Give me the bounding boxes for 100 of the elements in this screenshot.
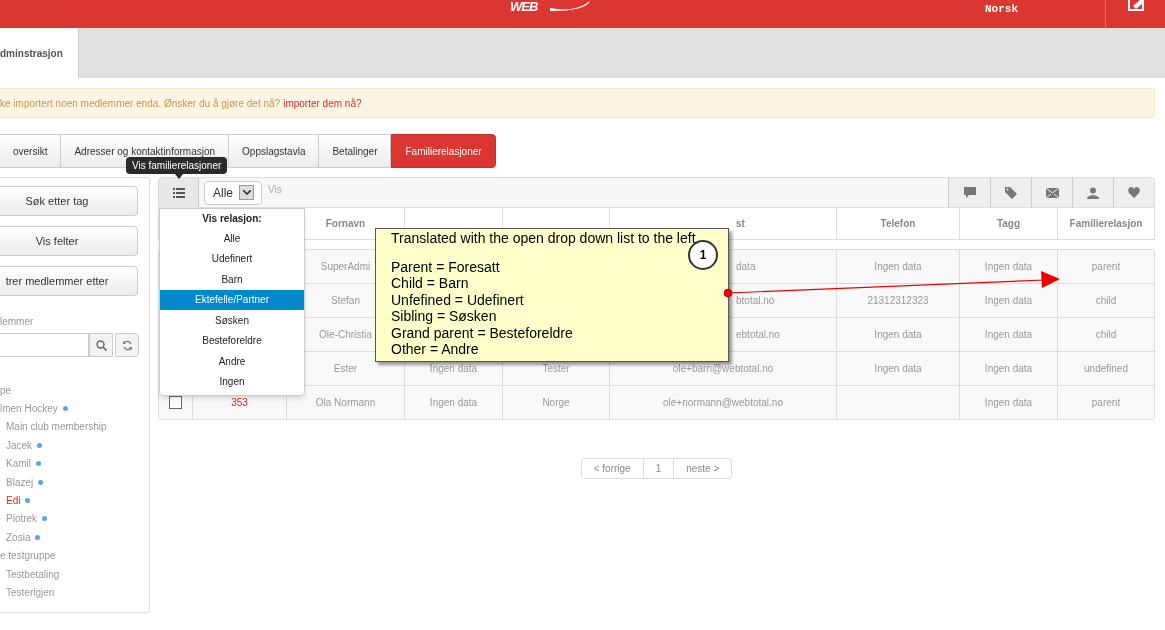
tree-item[interactable]: e testgruppe [0, 548, 56, 564]
language-selector[interactable]: Norsk [985, 1, 1018, 18]
tag-icon [1005, 186, 1017, 199]
member-id-link[interactable]: 353 [231, 395, 248, 410]
tab[interactable]: oversikt [0, 134, 62, 168]
alert-text: ke importert noen medlemmer enda. Ønsker du å gjøre det nå? [0, 96, 281, 111]
table-cell-text: Norge [542, 396, 570, 410]
table-cell-text: Ester [333, 362, 358, 376]
table-cell-text: undefined [1084, 362, 1128, 376]
table-cell-text: 21312312323 [867, 294, 929, 308]
dropdown-item[interactable]: Andre [160, 351, 304, 372]
table-cell-text: Stefan [331, 294, 360, 308]
search-button[interactable] [89, 333, 113, 357]
table-cell-text: Ingen data [429, 362, 478, 376]
import-link[interactable]: importer dem nå? [283, 95, 362, 111]
sidebar-button[interactable]: Vis felter [0, 226, 138, 256]
comment-icon [963, 187, 976, 198]
tooltip-pointer-icon [175, 174, 183, 179]
row-checkbox[interactable] [169, 396, 182, 409]
table-cell-text: Ingen data [874, 260, 922, 274]
tree-item[interactable]: Testbetaling [6, 566, 60, 582]
search-label: lemmer [0, 316, 35, 328]
dropdown-item[interactable]: Alle [160, 228, 304, 249]
table-cell-text: Ingen data [984, 362, 1033, 376]
note-line: Parent = Foresatt [391, 258, 501, 275]
logo[interactable]: WEB [510, 0, 538, 13]
tree-item[interactable]: Edi [6, 493, 21, 509]
chevron-down-icon [242, 190, 251, 195]
user-button[interactable] [1072, 178, 1113, 207]
user-icon [1087, 186, 1099, 199]
table-cell-text: btotal.no [736, 294, 775, 308]
refresh-icon [121, 339, 133, 351]
tree-item[interactable]: Testerigjen [6, 585, 55, 600]
swoosh-icon [550, 0, 590, 12]
column-header[interactable]: Telefon [880, 216, 916, 231]
column-header[interactable]: Tagg [996, 216, 1021, 231]
table-cell-text: Ingen data [984, 328, 1033, 342]
tree-item[interactable]: Kamil [6, 456, 31, 472]
note-line: Sibling = Søsken [391, 308, 498, 325]
sidebar-button[interactable]: Søk etter tag [0, 186, 138, 216]
refresh-button[interactable] [115, 333, 139, 357]
note-line: Other = Andre [391, 341, 480, 358]
tree-item[interactable]: Main club membership [6, 419, 107, 435]
search-field[interactable] [0, 333, 89, 357]
table-cell-text: data [736, 260, 756, 274]
table-cell-text: Ingen data [874, 362, 922, 376]
table-cell-text: Ole-Christia [319, 328, 372, 342]
column-header[interactable]: Familierelasjon [1069, 216, 1143, 231]
table-cell-text: parent [1091, 396, 1121, 410]
sidebar-button[interactable]: trer medlemmer etter [0, 266, 138, 296]
table-cell-text: Ola Normann [315, 396, 376, 410]
table-cell-text: Ingen data [429, 396, 478, 410]
table-cell-text: child [1095, 294, 1117, 308]
column-header[interactable]: Fornavn [325, 216, 366, 231]
filter-select[interactable]: Alle [204, 180, 262, 205]
dropdown-title: Vis relasjon: [201, 213, 263, 225]
table-cell-text: SuperAdmi [320, 260, 371, 274]
dropdown-item[interactable]: Udefinert [160, 248, 304, 269]
list-icon [172, 187, 185, 198]
dropdown-item[interactable]: Ingen [160, 371, 304, 392]
comment-button[interactable] [948, 178, 990, 207]
mail-icon [1045, 187, 1059, 198]
tab[interactable]: Betalinger [319, 134, 392, 168]
tooltip: Vis familierelasjoner [126, 157, 228, 174]
dropdown-item[interactable]: Barn [160, 269, 304, 290]
admin-tab[interactable]: dminstrasjon [0, 28, 79, 78]
tree-item[interactable]: Blazej [6, 474, 34, 490]
table-cell-text: Tester [542, 362, 570, 376]
tree-item[interactable]: Piotrek [6, 511, 38, 527]
table-cell-text: ebtotal.no [736, 328, 780, 342]
table-cell-text: parent [1091, 260, 1121, 274]
tree-item[interactable]: lmen Hockey [0, 401, 58, 417]
table-cell-text: Ingen data [984, 260, 1033, 274]
tree-item[interactable]: pe [0, 382, 12, 398]
filter-label: Vis [268, 183, 282, 197]
table-cell-text: ole+barn@webtotal.no [672, 362, 774, 376]
dropdown-item[interactable]: Søsken [160, 310, 304, 331]
table-cell-text: child [1095, 328, 1117, 342]
heart-button[interactable] [1113, 178, 1154, 207]
tree-item[interactable]: Jacek [6, 437, 33, 453]
tree-item[interactable]: Zosia [6, 529, 31, 545]
tab[interactable]: Oppslagstavla [229, 134, 320, 168]
dropdown-item[interactable]: Ektefelle/Partner [160, 289, 304, 310]
next-page-button[interactable]: neste > [674, 459, 732, 478]
relation-menu-button[interactable] [159, 177, 199, 208]
table-cell-text: Ingen data [874, 328, 922, 342]
tag-button[interactable] [990, 178, 1031, 207]
heart-icon [1128, 187, 1140, 198]
previous-page-button[interactable]: < forrige [581, 459, 644, 478]
search-icon [95, 339, 107, 351]
table-cell-text: ole+normann@webtotal.no [663, 396, 783, 410]
column-header[interactable]: st [736, 216, 745, 231]
mail-button[interactable] [1031, 178, 1072, 207]
note-line: Unfefined = Udefinert [391, 291, 525, 308]
dropdown-item[interactable]: Besteforeldre [160, 330, 304, 351]
note-line: Child = Barn [391, 275, 470, 292]
page-button[interactable]: 1 [643, 459, 675, 478]
note-line: Grand parent = Besteforeldre [391, 324, 574, 341]
table-cell-text: Ingen data [984, 396, 1033, 410]
tab[interactable]: Familierelasjoner [391, 134, 496, 168]
